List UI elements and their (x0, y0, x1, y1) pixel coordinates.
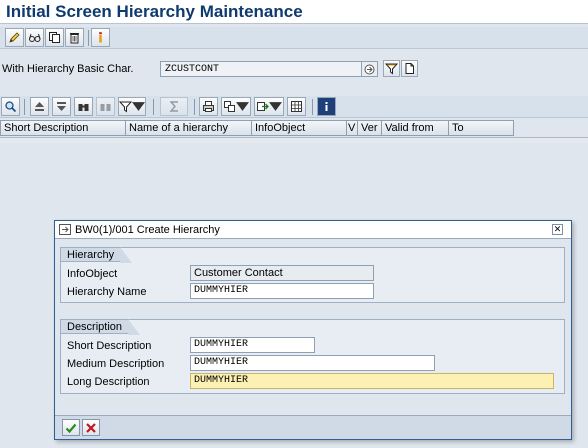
sum-icon (168, 101, 178, 112)
close-button[interactable]: ✕ (552, 224, 563, 235)
sort-descending-button[interactable] (52, 97, 71, 116)
short-description-label: Short Description (67, 340, 152, 352)
change-button[interactable] (5, 28, 24, 47)
value-help-button[interactable] (362, 61, 378, 77)
dialog-title: BW0(1)/001 Create Hierarchy (75, 224, 220, 236)
find-next-button[interactable] (96, 97, 115, 116)
info-icon (325, 102, 328, 111)
cancel-button[interactable] (82, 419, 100, 436)
info-button[interactable] (317, 97, 336, 116)
hierarchy-basic-char-input[interactable]: ZCUSTCONT (160, 61, 362, 77)
infoobject-label: InfoObject (67, 268, 118, 280)
print-button[interactable] (199, 97, 218, 116)
glasses-icon (29, 33, 41, 42)
close-icon: ✕ (553, 224, 562, 234)
sort-ascending-icon (35, 102, 44, 111)
find-button[interactable] (74, 97, 93, 116)
medium-description-input[interactable]: DUMMYHIER (190, 355, 435, 371)
pencil-icon (9, 32, 20, 43)
hierarchy-basic-char-label: With Hierarchy Basic Char. (2, 63, 134, 75)
layout-button[interactable] (287, 97, 306, 116)
screen-title-bar: Initial Screen Hierarchy Maintenance (0, 0, 588, 24)
column-valid-to[interactable]: To (448, 120, 514, 136)
binoculars-icon (78, 104, 89, 111)
description-group: Description Short Description DUMMYHIER … (60, 319, 565, 394)
total-button[interactable] (160, 97, 188, 116)
magnifier-icon (5, 101, 17, 113)
page-title: Initial Screen Hierarchy Maintenance (6, 2, 303, 21)
create-hierarchy-dialog: BW0(1)/001 Create Hierarchy ✕ Hierarchy … (54, 220, 572, 440)
confirm-button[interactable] (62, 419, 80, 436)
toolbar-separator (24, 99, 25, 115)
column-valid-from[interactable]: Valid from (381, 120, 449, 136)
info-button[interactable] (91, 28, 110, 47)
column-infoobject[interactable]: InfoObject (251, 120, 347, 136)
infoobject-field: Customer Contact (190, 265, 374, 281)
info-icon (99, 32, 102, 43)
toolbar-separator (194, 99, 195, 115)
dropdown-arrow-icon (132, 102, 145, 111)
value-help-icon (364, 64, 375, 74)
column-version[interactable]: Ver (357, 120, 382, 136)
dropdown-arrow-icon (269, 102, 282, 111)
views-icon (224, 101, 235, 112)
delete-button[interactable] (65, 28, 84, 47)
list-body (0, 137, 588, 143)
sort-ascending-button[interactable] (30, 97, 49, 116)
description-group-title: Description (60, 319, 141, 335)
medium-description-label: Medium Description (67, 358, 165, 370)
details-button[interactable] (1, 97, 20, 116)
views-button[interactable] (221, 97, 251, 116)
export-icon (257, 102, 269, 111)
display-button[interactable] (25, 28, 44, 47)
dialog-window-icon (59, 224, 71, 235)
filter-icon (119, 101, 132, 113)
copy-icon (49, 32, 60, 43)
long-description-input[interactable]: DUMMYHIER (190, 373, 554, 389)
dropdown-arrow-icon (236, 102, 249, 111)
filter-menu-button[interactable] (118, 97, 146, 116)
document-icon (405, 63, 414, 74)
hierarchy-group: Hierarchy InfoObject Customer Contact Hi… (60, 247, 565, 303)
copy-button[interactable] (45, 28, 64, 47)
cancel-icon (86, 422, 96, 433)
column-short-description[interactable]: Short Description (0, 120, 126, 136)
dialog-footer (55, 415, 571, 439)
grid-icon (291, 101, 302, 112)
toolbar-separator (88, 30, 89, 46)
hierarchy-name-label: Hierarchy Name (67, 286, 147, 298)
new-document-button[interactable] (401, 60, 418, 77)
short-description-input[interactable]: DUMMYHIER (190, 337, 315, 353)
dialog-title-bar[interactable]: BW0(1)/001 Create Hierarchy ✕ (55, 221, 571, 239)
checkmark-icon (65, 423, 77, 433)
application-toolbar (0, 27, 588, 49)
hierarchy-basic-char-row: With Hierarchy Basic Char. ZCUSTCONT (0, 58, 588, 80)
hierarchy-group-title: Hierarchy (60, 247, 133, 263)
column-hierarchy-name[interactable]: Name of a hierarchy (125, 120, 252, 136)
binoculars-next-icon (100, 104, 111, 111)
toolbar-separator (153, 99, 154, 115)
toolbar-separator (312, 99, 313, 115)
sort-descending-icon (57, 102, 66, 111)
hierarchy-filter-button[interactable] (383, 60, 400, 77)
export-button[interactable] (254, 97, 284, 116)
list-toolbar (0, 96, 588, 118)
printer-icon (203, 101, 214, 112)
trash-icon (70, 33, 79, 44)
hierarchy-name-input[interactable]: DUMMYHIER (190, 283, 374, 299)
filter-icon (385, 63, 398, 75)
long-description-label: Long Description (67, 376, 150, 388)
